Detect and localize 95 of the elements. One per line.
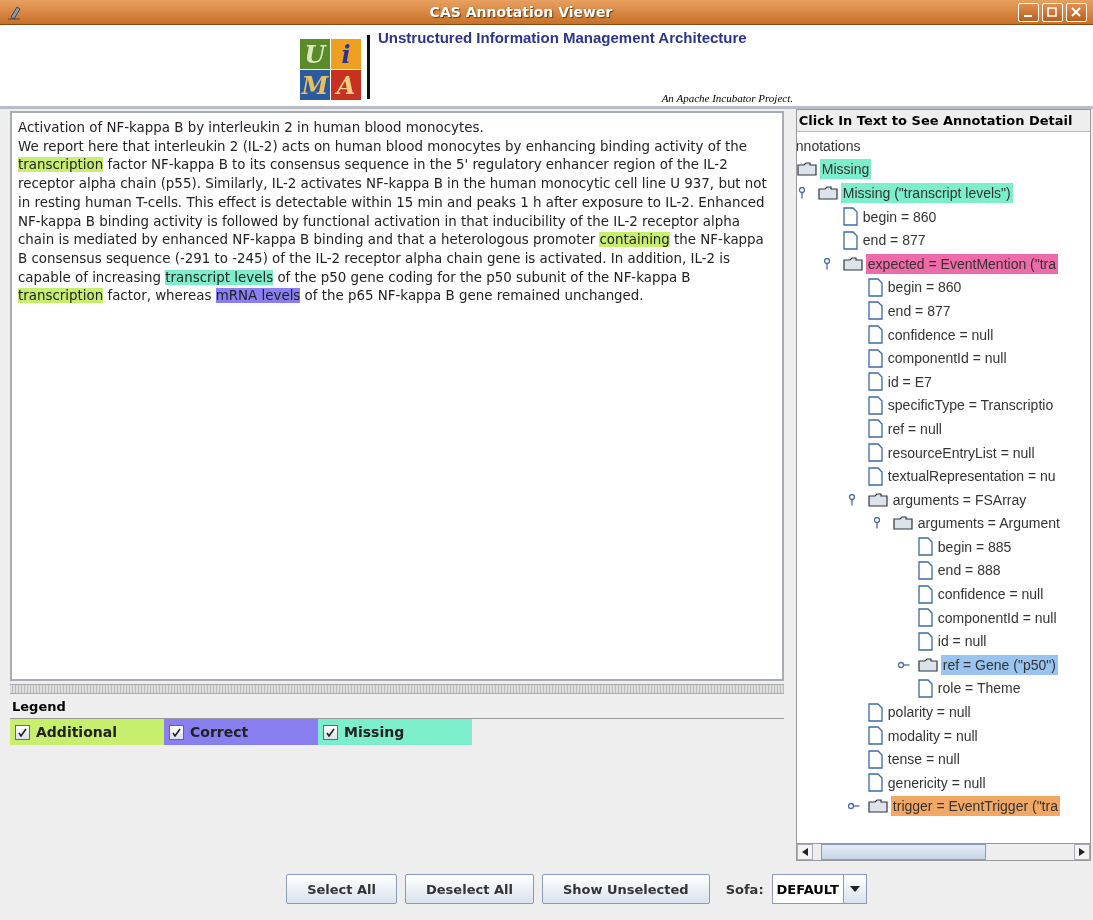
collapsed-handle-icon[interactable] <box>847 802 860 811</box>
horizontal-scrollbar[interactable] <box>796 843 1090 860</box>
checkbox[interactable] <box>169 724 184 740</box>
document-text-area[interactable] <box>10 111 784 681</box>
document-icon <box>867 749 883 769</box>
tree-node[interactable]: componentId = null <box>935 607 1059 628</box>
document-paragraph: Activation of NF-kappa B by interleukin 2 in human blood monocytes. <box>18 119 485 137</box>
document-icon <box>867 325 883 345</box>
document-icon <box>867 395 883 415</box>
caret-icon <box>849 886 860 892</box>
action-button[interactable]: Deselect All <box>405 874 534 904</box>
window-title: CAS Annotation Viewer <box>429 4 613 20</box>
document-icon <box>917 537 933 557</box>
tree-node[interactable]: trigger = EventTrigger ("tra <box>890 796 1060 817</box>
header-tagline: An Apache Incubator Project. <box>661 92 793 104</box>
tree-node[interactable]: role = Theme <box>935 678 1023 699</box>
scroll-left-icon[interactable] <box>796 844 813 860</box>
document-icon <box>917 561 933 580</box>
scroll-right-icon[interactable] <box>1074 844 1090 860</box>
tree-root[interactable]: nnotations <box>796 137 861 154</box>
legend-title: Legend <box>11 698 67 716</box>
document-icon <box>917 584 933 604</box>
tree-node[interactable]: ref = Gene ("p50") <box>940 654 1058 675</box>
tree-node[interactable]: confidence = null <box>885 324 996 345</box>
folder-icon <box>842 256 863 271</box>
folder-icon <box>917 657 938 672</box>
document-icon <box>842 207 858 227</box>
tree-node[interactable]: modality = null <box>885 725 980 746</box>
minimize-icon <box>1024 15 1033 17</box>
document-icon <box>867 372 883 392</box>
annotation-highlight[interactable]: transcription <box>18 157 104 173</box>
tree-node[interactable]: tense = null <box>885 749 962 770</box>
collapsed-handle-icon[interactable] <box>897 660 910 669</box>
annotation-highlight[interactable]: transcript levels <box>165 269 274 285</box>
action-button[interactable]: Select All <box>286 874 397 904</box>
tree-node[interactable]: ref = null <box>885 418 944 439</box>
header-title: Unstructured Information Management Architecture <box>378 29 748 46</box>
document-icon <box>917 678 933 698</box>
tree-node[interactable]: begin = 885 <box>935 536 1014 557</box>
document-icon <box>867 702 883 722</box>
tree-node[interactable]: resourceEntryList = null <box>885 442 1037 463</box>
folder-icon <box>867 492 888 507</box>
sofa-label: Sofa: <box>725 881 764 897</box>
document-icon <box>867 301 883 321</box>
tree-node[interactable]: arguments = FSArray <box>890 489 1029 510</box>
sofa-dropdown[interactable]: DEFAULT <box>771 874 867 904</box>
annotation-highlight[interactable]: transcription <box>18 288 104 304</box>
action-button[interactable]: Show Unselected <box>541 874 710 904</box>
legend-item[interactable]: Correct <box>164 719 318 745</box>
tree-node[interactable]: confidence = null <box>935 584 1046 605</box>
folder-icon <box>796 162 817 177</box>
tree-node[interactable]: specificType = Transcriptio <box>885 395 1056 416</box>
tree-node[interactable]: begin = 860 <box>860 206 939 227</box>
tree-node[interactable]: id = null <box>935 631 989 652</box>
document-icon <box>867 419 883 439</box>
legend-item[interactable]: Missing <box>318 719 472 745</box>
close-icon <box>1071 7 1082 17</box>
annotation-highlight[interactable]: mRNA levels <box>215 288 301 304</box>
legend-item[interactable]: Additional <box>10 719 164 745</box>
tree-node[interactable]: polarity = null <box>885 702 973 723</box>
tree-node[interactable]: expected = EventMention ("tra <box>865 253 1059 274</box>
checkbox[interactable] <box>15 724 30 740</box>
minimize-button[interactable] <box>1018 2 1039 22</box>
document-paragraph: We report here that interleukin 2 (IL-2) acts on human blood monocytes by enhancing binding activity of the transcription factor NF-kappa B to its consensus sequence in the 5' regulatory enhancer region of the IL-2 receptor alpha chain (p55). Similarly, IL-2 activates NF-kappa B in the human monocytic cell line U 937, but not in resting human T-cells. This effect is detectable within 15 min and peaks 1 h after exposure to IL-2. Enhanced NF-kappa B binding activity is followed by functional activation in that inducibility of the IL-2 receptor alpha chain is mediated by enhanced NF-kappa B binding and that a heterologous promoter containing the NF-kappa B consensus sequence (-291 to -245) of the IL-2 receptor alpha chain gene is activated. In addition, IL-2 is capable of increasing transcript levels of the p50 gene coding for the p50 subunit of the NF-kappa B transcription factor, whereas mRNA levels of the p65 NF-kappa B gene remained unchanged. <box>18 137 768 306</box>
document-icon <box>867 443 883 462</box>
document-icon <box>917 608 933 628</box>
scrollbar-thumb[interactable] <box>820 844 986 860</box>
tree-node[interactable]: Missing ("transcript levels") <box>840 183 1013 203</box>
panel-title: Click In Text to See Annotation Detail <box>796 110 1090 132</box>
document-icon <box>867 277 883 297</box>
checkbox[interactable] <box>323 724 338 740</box>
document-icon <box>917 631 933 651</box>
maximize-button[interactable] <box>1042 2 1063 22</box>
maximize-icon <box>1047 7 1058 17</box>
tree-node[interactable]: begin = 860 <box>885 277 964 298</box>
document-icon <box>867 466 883 486</box>
tree-node[interactable]: textualRepresentation = nu <box>885 466 1058 487</box>
document-icon <box>842 230 858 250</box>
folder-icon <box>892 516 913 531</box>
tree-node[interactable]: end = 888 <box>935 560 1003 581</box>
folder-icon <box>867 799 888 814</box>
tree-node[interactable]: id = E7 <box>885 371 934 392</box>
document-icon <box>867 773 883 793</box>
annotation-highlight[interactable]: containing <box>599 232 670 248</box>
document-icon <box>867 348 883 368</box>
document-icon <box>867 726 883 746</box>
logo: U i M A <box>300 39 361 100</box>
close-button[interactable] <box>1066 2 1087 22</box>
tree-node[interactable]: end = 877 <box>885 300 953 321</box>
tree-node[interactable]: genericity = null <box>885 772 988 793</box>
tree-node[interactable]: arguments = Argument <box>915 513 1062 534</box>
tree-node[interactable]: Missing <box>819 159 872 180</box>
folder-icon <box>817 186 838 200</box>
tree-node[interactable]: end = 877 <box>860 230 928 251</box>
tree-node[interactable]: componentId = null <box>885 348 1009 369</box>
